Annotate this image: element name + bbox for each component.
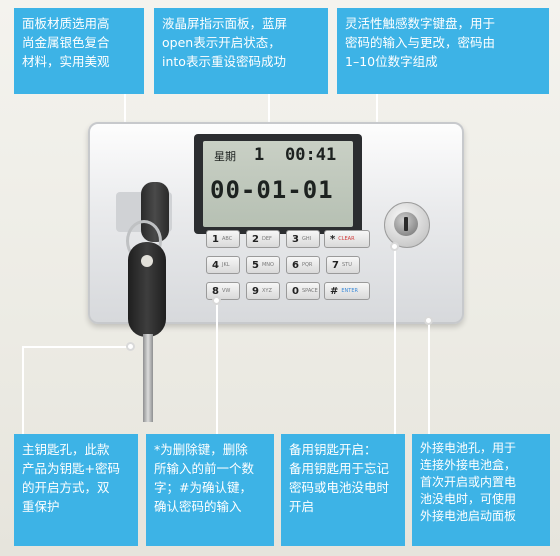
connector-dot-mainkey	[126, 342, 135, 351]
key-clear-sub: CLEAR	[338, 236, 355, 242]
callout-delete-confirm: *为删除键，删除 所输入的前一个数 字；#为确认键， 确认密码的输入	[146, 434, 274, 546]
key-3-sub: GHI	[301, 236, 312, 242]
key-7-sub: STU	[341, 262, 352, 268]
key-9[interactable]: 9 XYZ	[246, 282, 280, 300]
key-1-sub: ABC	[221, 236, 233, 242]
lcd-weekday-value: 1	[254, 145, 265, 165]
key-2[interactable]: 2 DEF	[246, 230, 280, 248]
callout-main-keyhole-text: 主钥匙孔，此款 产品为钥匙+密码 的开启方式，双 重保护	[22, 442, 120, 514]
callout-external-battery: 外接电池孔，用于 连接外接电池盒， 首次开启或内置电 池没电时，可使用 外接电池…	[412, 434, 550, 546]
key-0[interactable]: 0 SPACE	[286, 282, 320, 300]
key-6-label: 6	[292, 259, 299, 271]
key-0-label: 0	[292, 285, 299, 297]
connector-line-delete	[216, 300, 218, 434]
lcd-date: 00-01-01	[210, 176, 334, 204]
connector-line-backup	[394, 246, 396, 434]
key-3[interactable]: 3 GHI	[286, 230, 320, 248]
key-8-sub: VW	[221, 288, 231, 294]
key-6-sub: PQR	[301, 262, 313, 268]
key-6[interactable]: 6 PQR	[286, 256, 320, 274]
connector-line-battery	[428, 320, 430, 434]
backup-keyhole[interactable]	[394, 212, 418, 236]
callout-keypad-text: 灵活性触感数字键盘，用于 密码的输入与更改，密码由 1–10位数字组成	[345, 16, 496, 69]
key-1-label: 1	[212, 233, 219, 245]
key-grip-hole	[141, 255, 153, 267]
key-4[interactable]: 4 JKL	[206, 256, 240, 274]
key-4-sub: JKL	[221, 262, 230, 268]
key-4-label: 4	[212, 259, 219, 271]
key-enter-label: #	[330, 285, 339, 297]
callout-backup-key-text: 备用钥匙开启： 备用钥匙用于忘记 密码或电池没电时 开启	[289, 442, 390, 514]
lcd-weekday-label: 星期	[214, 150, 236, 163]
connector-dot-battery	[424, 316, 433, 325]
callout-backup-key: 备用钥匙开启： 备用钥匙用于忘记 密码或电池没电时 开启	[281, 434, 405, 546]
key-5-label: 5	[252, 259, 259, 271]
key-5[interactable]: 5 MNO	[246, 256, 280, 274]
lcd-time: 00:41	[285, 145, 337, 165]
key-7-label: 7	[332, 259, 339, 271]
callout-external-battery-text: 外接电池孔，用于 连接外接电池盒， 首次开启或内置电 池没电时，可使用 外接电池…	[420, 441, 517, 523]
key-2-sub: DEF	[261, 236, 272, 242]
callout-delete-confirm-text: *为删除键，删除 所输入的前一个数 字；#为确认键， 确认密码的输入	[154, 442, 255, 514]
key-9-sub: XYZ	[261, 288, 272, 294]
key-5-sub: MNO	[261, 262, 274, 268]
callout-panel-material: 面板材质选用高 尚金属银色复合 材料，实用美观	[14, 8, 144, 94]
key-clear[interactable]: * CLEAR	[324, 230, 370, 248]
callout-lcd-screen-text: 液晶屏指示面板，蓝屏 open表示开启状态， into表示重设密码成功	[162, 16, 288, 69]
connector-line-mainkey	[22, 346, 24, 434]
connector-dot-delete	[212, 296, 221, 305]
connector-dot-backup	[390, 242, 399, 251]
callout-lcd-screen: 液晶屏指示面板，蓝屏 open表示开启状态， into表示重设密码成功	[154, 8, 328, 94]
key-blade	[143, 334, 153, 422]
callout-keypad: 灵活性触感数字键盘，用于 密码的输入与更改，密码由 1–10位数字组成	[337, 8, 549, 94]
product-feature-infographic: 面板材质选用高 尚金属银色复合 材料，实用美观 液晶屏指示面板，蓝屏 open表…	[0, 0, 560, 556]
keypad: 1 ABC 2 DEF 3 GHI * CLEAR 4 JKL 5 MNO 6 PQR 7 ST…	[196, 228, 370, 302]
callout-panel-material-text: 面板材质选用高 尚金属银色复合 材料，实用美观	[22, 16, 110, 69]
connector-line-mainkey-h	[22, 346, 128, 348]
key-1[interactable]: 1 ABC	[206, 230, 240, 248]
key-enter[interactable]: # ENTER	[324, 282, 370, 300]
key-clear-label: *	[330, 233, 336, 245]
key-7[interactable]: 7 STU	[326, 256, 360, 274]
key-2-label: 2	[252, 233, 259, 245]
callout-main-keyhole: 主钥匙孔，此款 产品为钥匙+密码 的开启方式，双 重保护	[14, 434, 138, 546]
key-enter-sub: ENTER	[341, 288, 358, 294]
key-3-label: 3	[292, 233, 299, 245]
key-0-sub: SPACE	[301, 288, 318, 294]
key-9-label: 9	[252, 285, 259, 297]
key-8-label: 8	[212, 285, 219, 297]
key-8[interactable]: 8 VW	[206, 282, 240, 300]
